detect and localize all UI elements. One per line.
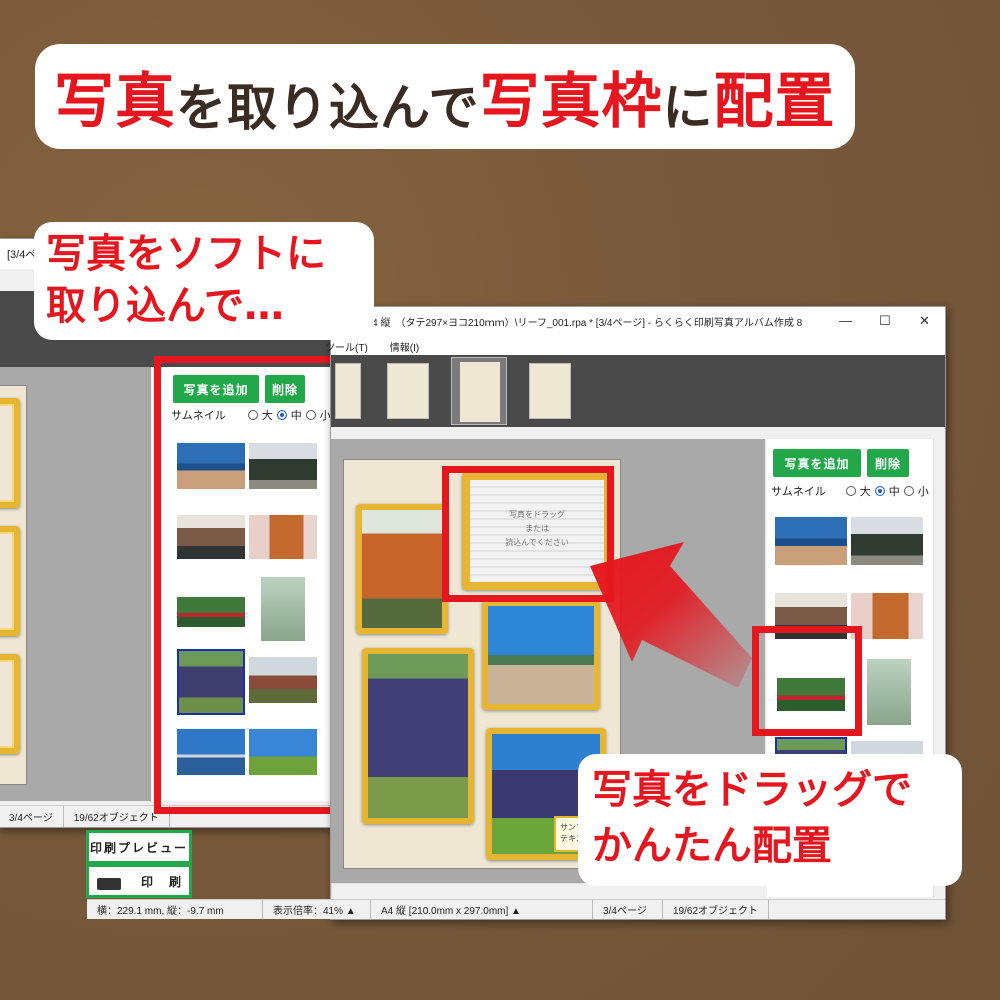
page-thumb-3-selected[interactable] xyxy=(451,357,507,425)
printer-icon xyxy=(97,872,121,890)
radio-medium[interactable] xyxy=(874,486,885,496)
callout-drag-line-1: 写真をドラッグで xyxy=(592,767,912,813)
print-preview-button[interactable]: 印刷プレビュー xyxy=(86,830,192,864)
thumbnail-size: サムネイル 大 中 小 xyxy=(771,483,929,499)
headline-particle: に xyxy=(662,78,714,137)
main-statusbar: 横：229.1 mm, 縦：-9.7 mm 表示倍率：41% ▲ A4 縦 [2… xyxy=(87,899,945,919)
main-thumb-heart-sea[interactable] xyxy=(775,517,847,565)
page-thumb-2[interactable] xyxy=(387,363,429,419)
headline-photo: 写真 xyxy=(54,66,176,137)
add-photo-button[interactable]: 写真を追加 xyxy=(773,449,861,477)
back-frame-1[interactable] xyxy=(0,398,20,508)
radio-small[interactable] xyxy=(903,486,914,496)
delete-button[interactable]: 削除 xyxy=(867,449,909,477)
headline-import: を取り込んで xyxy=(176,78,480,137)
main-window-title: ns\01A4 縦 （タテ297×ヨコ210ｍｍ）\リーフ_001.rpa * … xyxy=(341,317,803,329)
headline: 写真 を取り込んで 写真枠 に 配置 xyxy=(40,48,850,144)
status-page: 3/4ページ xyxy=(593,900,663,919)
main-menubar: ツール(T) 情報(I) xyxy=(325,335,945,357)
main-thumb-blossom[interactable] xyxy=(867,659,911,725)
frame-blue-train[interactable] xyxy=(362,648,474,824)
headline-photo-frame: 写真枠 xyxy=(479,66,663,137)
radio-large[interactable] xyxy=(845,486,856,496)
page-thumb-1[interactable] xyxy=(335,363,361,419)
back-frame-2[interactable] xyxy=(0,526,20,636)
print-label: 印 刷 xyxy=(141,874,184,889)
back-window-page xyxy=(0,385,27,785)
callout-import-line-1: 写真をソフトに xyxy=(46,231,326,277)
page-thumb-4[interactable] xyxy=(529,363,571,419)
drag-arrow xyxy=(590,542,752,688)
maximize-button[interactable]: ☐ xyxy=(879,313,891,329)
menu-tool[interactable]: ツール(T) xyxy=(325,339,368,354)
status-coords: 横：229.1 mm, 縦：-9.7 mm xyxy=(87,900,263,919)
highlight-dragged-thumb xyxy=(752,626,862,736)
page-strip-scroll[interactable] xyxy=(331,427,945,439)
back-frame-3[interactable] xyxy=(0,654,20,754)
thumbnail-label: サムネイル xyxy=(771,486,826,498)
main-page-strip xyxy=(331,355,945,427)
callout-import: 写真をソフトに 取り込んで… xyxy=(34,222,374,340)
headline-arrange: 配置 xyxy=(713,66,836,137)
drag-arrow-shape xyxy=(590,542,752,688)
menu-info[interactable]: 情報(I) xyxy=(390,339,419,354)
status-objects: 19/62オブジェクト xyxy=(663,900,770,919)
callout-drag: 写真をドラッグで かんたん配置 xyxy=(578,754,962,886)
status-paper[interactable]: A4 縦 [210.0mm x 297.0mm] ▲ xyxy=(371,900,593,919)
callout-drag-line-2: かんたん配置 xyxy=(592,823,832,869)
print-preview-label: 印刷プレビュー xyxy=(89,840,188,855)
radio-large-label: 大 xyxy=(859,486,871,498)
headline-box: 写真 を取り込んで 写真枠 に 配置 xyxy=(40,48,850,144)
radio-medium-label: 中 xyxy=(888,486,900,498)
frame-orange-train[interactable] xyxy=(356,504,448,634)
status-zoom[interactable]: 表示倍率：41% ▲ xyxy=(263,900,371,919)
radio-small-label: 小 xyxy=(917,486,929,498)
print-button[interactable]: 印 刷 xyxy=(86,864,192,898)
main-thumb-steam-train[interactable] xyxy=(851,517,923,565)
close-button[interactable]: ✕ xyxy=(919,313,930,329)
back-window-canvas xyxy=(0,367,151,801)
frame-bridge-train[interactable] xyxy=(482,600,600,710)
highlight-back-panel xyxy=(154,356,338,814)
callout-import-line-2: 取り込んで… xyxy=(46,283,284,329)
main-window-titlebar[interactable]: ns\01A4 縦 （タテ297×ヨコ210ｍｍ）\リーフ_001.rpa * … xyxy=(331,307,945,335)
minimize-button[interactable]: — xyxy=(839,313,852,328)
back-status-page: 3/4ページ xyxy=(0,806,64,827)
